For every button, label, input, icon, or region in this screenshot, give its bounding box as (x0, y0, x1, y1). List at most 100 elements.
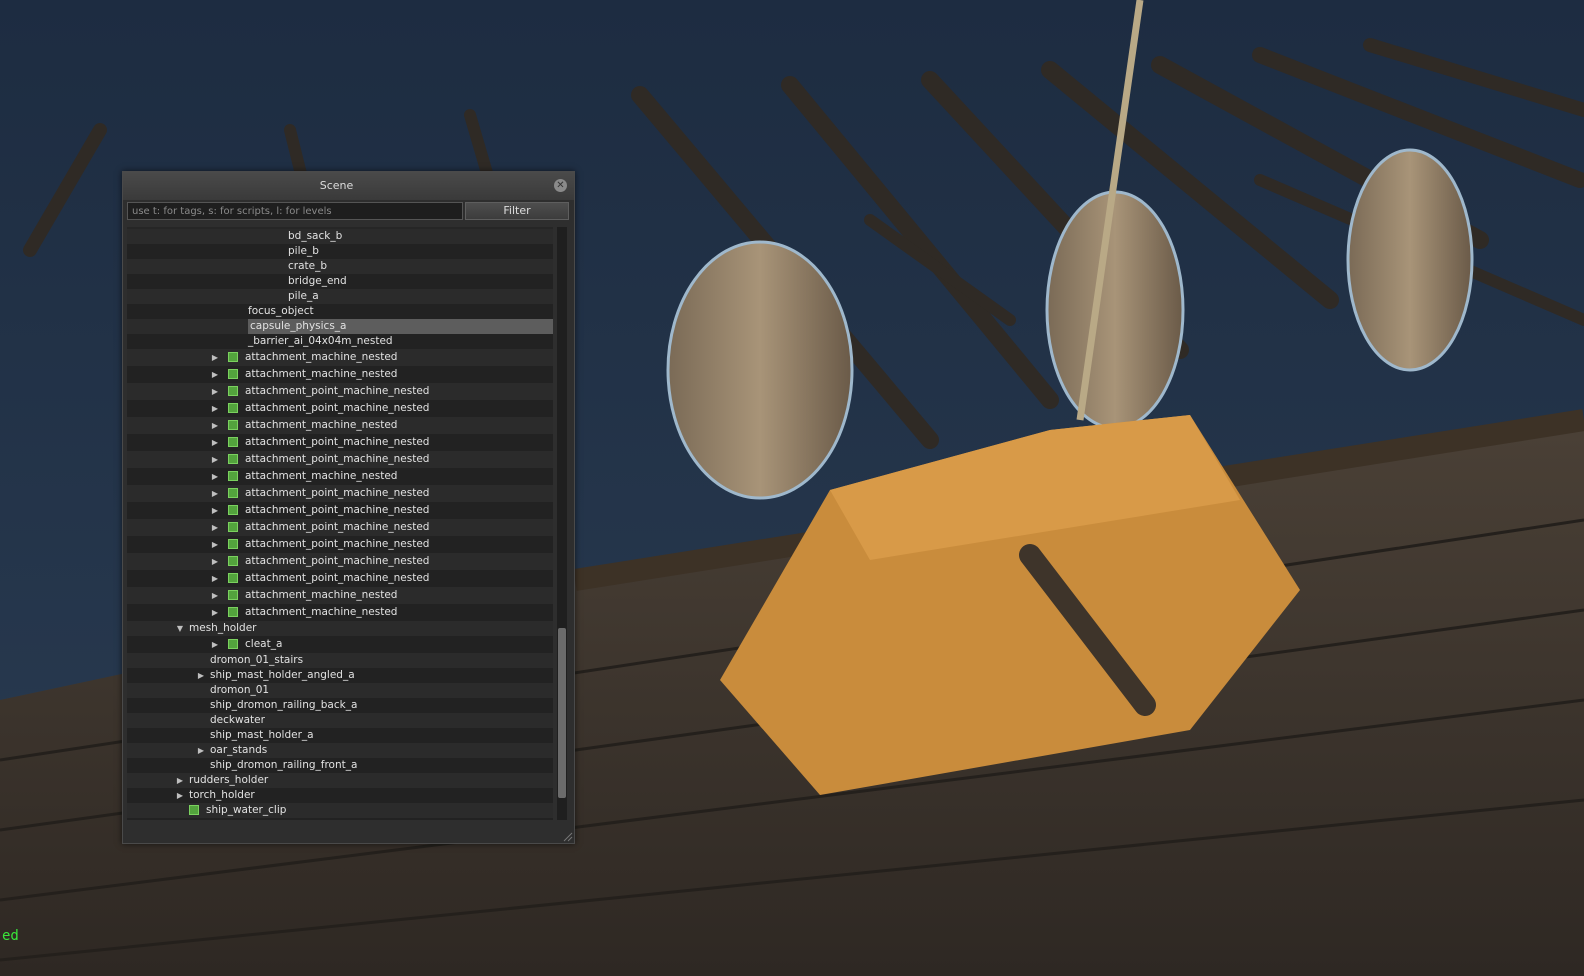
tree-row[interactable]: ▶ attachment_point_machine_nested (127, 485, 553, 502)
tree-row-label: pile_b (288, 245, 319, 257)
tree-row[interactable]: ship_water_clip (127, 803, 553, 818)
prefab-icon (228, 369, 238, 379)
tree-row[interactable]: ▶ attachment_machine_nested (127, 417, 553, 434)
scrollbar-track[interactable] (557, 227, 567, 820)
collapsed-arrow-icon[interactable]: ▶ (210, 417, 220, 434)
tree-row-label: ship_mast_holder_a (210, 729, 314, 741)
tree-row[interactable]: ▶ attachment_machine_nested (127, 604, 553, 621)
collapsed-arrow-icon[interactable]: ▶ (210, 485, 220, 502)
scrollbar-thumb[interactable] (558, 628, 566, 798)
tree-row[interactable]: capsule_physics_a (127, 319, 553, 334)
scene-tree[interactable]: bd_sack_b pile_b crate_b bridge_end pile_a fo… (127, 227, 553, 820)
tree-row[interactable]: ▶ attachment_point_machine_nested (127, 434, 553, 451)
panel-title-bar[interactable]: Scene ✕ (123, 172, 574, 200)
prefab-icon (228, 386, 238, 396)
search-input[interactable] (127, 202, 463, 220)
tree-row[interactable]: deckwater (127, 713, 553, 728)
collapsed-arrow-icon[interactable]: ▶ (210, 366, 220, 383)
prefab-icon (228, 488, 238, 498)
tree-row[interactable]: ▶ rudders_holder (127, 773, 553, 788)
collapsed-arrow-icon[interactable]: ▶ (196, 668, 206, 683)
tree-row[interactable]: ▶ ship_mast_holder_angled_a (127, 668, 553, 683)
scene-panel[interactable]: Scene ✕ Filter bd_sack_b pile_b crate_bbri… (122, 171, 575, 844)
collapsed-arrow-icon[interactable]: ▶ (210, 468, 220, 485)
collapsed-arrow-icon[interactable]: ▶ (210, 604, 220, 621)
tree-row-label: deckwater (210, 714, 265, 726)
prefab-icon (228, 471, 238, 481)
tree-row[interactable]: _barrier_ai_04x04m_nested (127, 334, 553, 349)
collapsed-arrow-icon[interactable]: ▶ (175, 788, 185, 803)
resize-grip-icon[interactable] (563, 832, 573, 842)
collapsed-arrow-icon[interactable]: ▶ (210, 553, 220, 570)
tree-row[interactable]: dromon_01 (127, 683, 553, 698)
prefab-icon (228, 505, 238, 515)
tree-row-label: crate_b (288, 260, 328, 272)
tree-row[interactable]: pile_b (127, 244, 553, 259)
tree-row[interactable]: ▶ attachment_machine_nested (127, 468, 553, 485)
tree-row[interactable]: ▶ cleat_a (127, 636, 553, 653)
tree-row[interactable]: ▶ attachment_point_machine_nested (127, 570, 553, 587)
tree-row[interactable]: pile_a (127, 289, 553, 304)
tree-row-label: battlements_holder_fore (189, 818, 317, 820)
tree-row[interactable]: bd_sack_b (127, 229, 553, 244)
prefab-icon (228, 454, 238, 464)
collapsed-arrow-icon[interactable]: ▶ (175, 773, 185, 788)
tree-row[interactable]: ▶ attachment_machine_nested (127, 349, 553, 366)
tree-row-label: attachment_point_machine_nested (245, 521, 430, 533)
collapsed-arrow-icon[interactable]: ▶ (210, 349, 220, 366)
status-text: ed (2, 928, 19, 944)
tree-row[interactable]: ship_mast_holder_a (127, 728, 553, 743)
tree-row-label: ship_dromon_railing_front_a (210, 759, 358, 771)
prefab-icon (228, 403, 238, 413)
tree-row[interactable]: ▶ torch_holder (127, 788, 553, 803)
collapsed-arrow-icon[interactable]: ▶ (210, 587, 220, 604)
collapsed-arrow-icon[interactable]: ▶ (210, 451, 220, 468)
collapsed-arrow-icon[interactable]: ▶ (210, 502, 220, 519)
tree-row[interactable]: ▶ attachment_point_machine_nested (127, 553, 553, 570)
collapsed-arrow-icon[interactable]: ▶ (210, 434, 220, 451)
tree-row-label: _barrier_ai_04x04m_nested (248, 335, 393, 347)
expanded-arrow-icon[interactable]: ▼ (175, 621, 185, 636)
tree-row[interactable]: ship_dromon_railing_front_a (127, 758, 553, 773)
tree-row-label: bd_sack_b (288, 230, 343, 242)
tree-row-label: attachment_point_machine_nested (245, 385, 430, 397)
collapsed-arrow-icon[interactable]: ▶ (210, 570, 220, 587)
tree-row-label: ship_mast_holder_angled_a (210, 669, 355, 681)
prefab-icon (228, 539, 238, 549)
tree-row-label: attachment_point_machine_nested (245, 453, 430, 465)
tree-row[interactable]: ▼ mesh_holder (127, 621, 553, 636)
collapsed-arrow-icon[interactable]: ▶ (210, 636, 220, 653)
tree-row[interactable]: ▶ attachment_point_machine_nested (127, 502, 553, 519)
tree-row[interactable]: ▶ oar_stands (127, 743, 553, 758)
collapsed-arrow-icon[interactable]: ▶ (210, 400, 220, 417)
tree-row-label: torch_holder (189, 789, 255, 801)
close-button[interactable]: ✕ (554, 179, 567, 192)
tree-row[interactable]: ▶ battlements_holder_fore (127, 818, 553, 820)
collapsed-arrow-icon[interactable]: ▶ (196, 743, 206, 758)
tree-row[interactable]: dromon_01_stairs (127, 653, 553, 668)
tree-row[interactable]: ship_dromon_railing_back_a (127, 698, 553, 713)
collapsed-arrow-icon[interactable]: ▶ (210, 536, 220, 553)
collapsed-arrow-icon[interactable]: ▶ (210, 383, 220, 400)
tree-row-label: bridge_end (288, 275, 347, 287)
collapsed-arrow-icon[interactable]: ▶ (175, 818, 185, 820)
tree-row[interactable]: ▶ attachment_point_machine_nested (127, 536, 553, 553)
tree-row[interactable]: focus_object (127, 304, 553, 319)
tree-row[interactable]: crate_b (127, 259, 553, 274)
tree-row[interactable]: ▶ attachment_point_machine_nested (127, 519, 553, 536)
tree-row-label: attachment_point_machine_nested (245, 572, 430, 584)
tree-row[interactable]: ▶ attachment_point_machine_nested (127, 451, 553, 468)
filter-button[interactable]: Filter (465, 202, 569, 220)
tree-row-label: capsule_physics_a (248, 319, 553, 334)
tree-row[interactable]: ▶ attachment_point_machine_nested (127, 383, 553, 400)
tree-row-label: rudders_holder (189, 774, 269, 786)
collapsed-arrow-icon[interactable]: ▶ (210, 519, 220, 536)
prefab-icon (228, 590, 238, 600)
prefab-icon (228, 522, 238, 532)
tree-row[interactable]: ▶ attachment_machine_nested (127, 587, 553, 604)
tree-row-label: cleat_a (245, 638, 283, 650)
tree-row[interactable]: ▶ attachment_point_machine_nested (127, 400, 553, 417)
tree-row[interactable]: ▶ attachment_machine_nested (127, 366, 553, 383)
tree-row[interactable]: bridge_end (127, 274, 553, 289)
tree-row-label: attachment_point_machine_nested (245, 436, 430, 448)
